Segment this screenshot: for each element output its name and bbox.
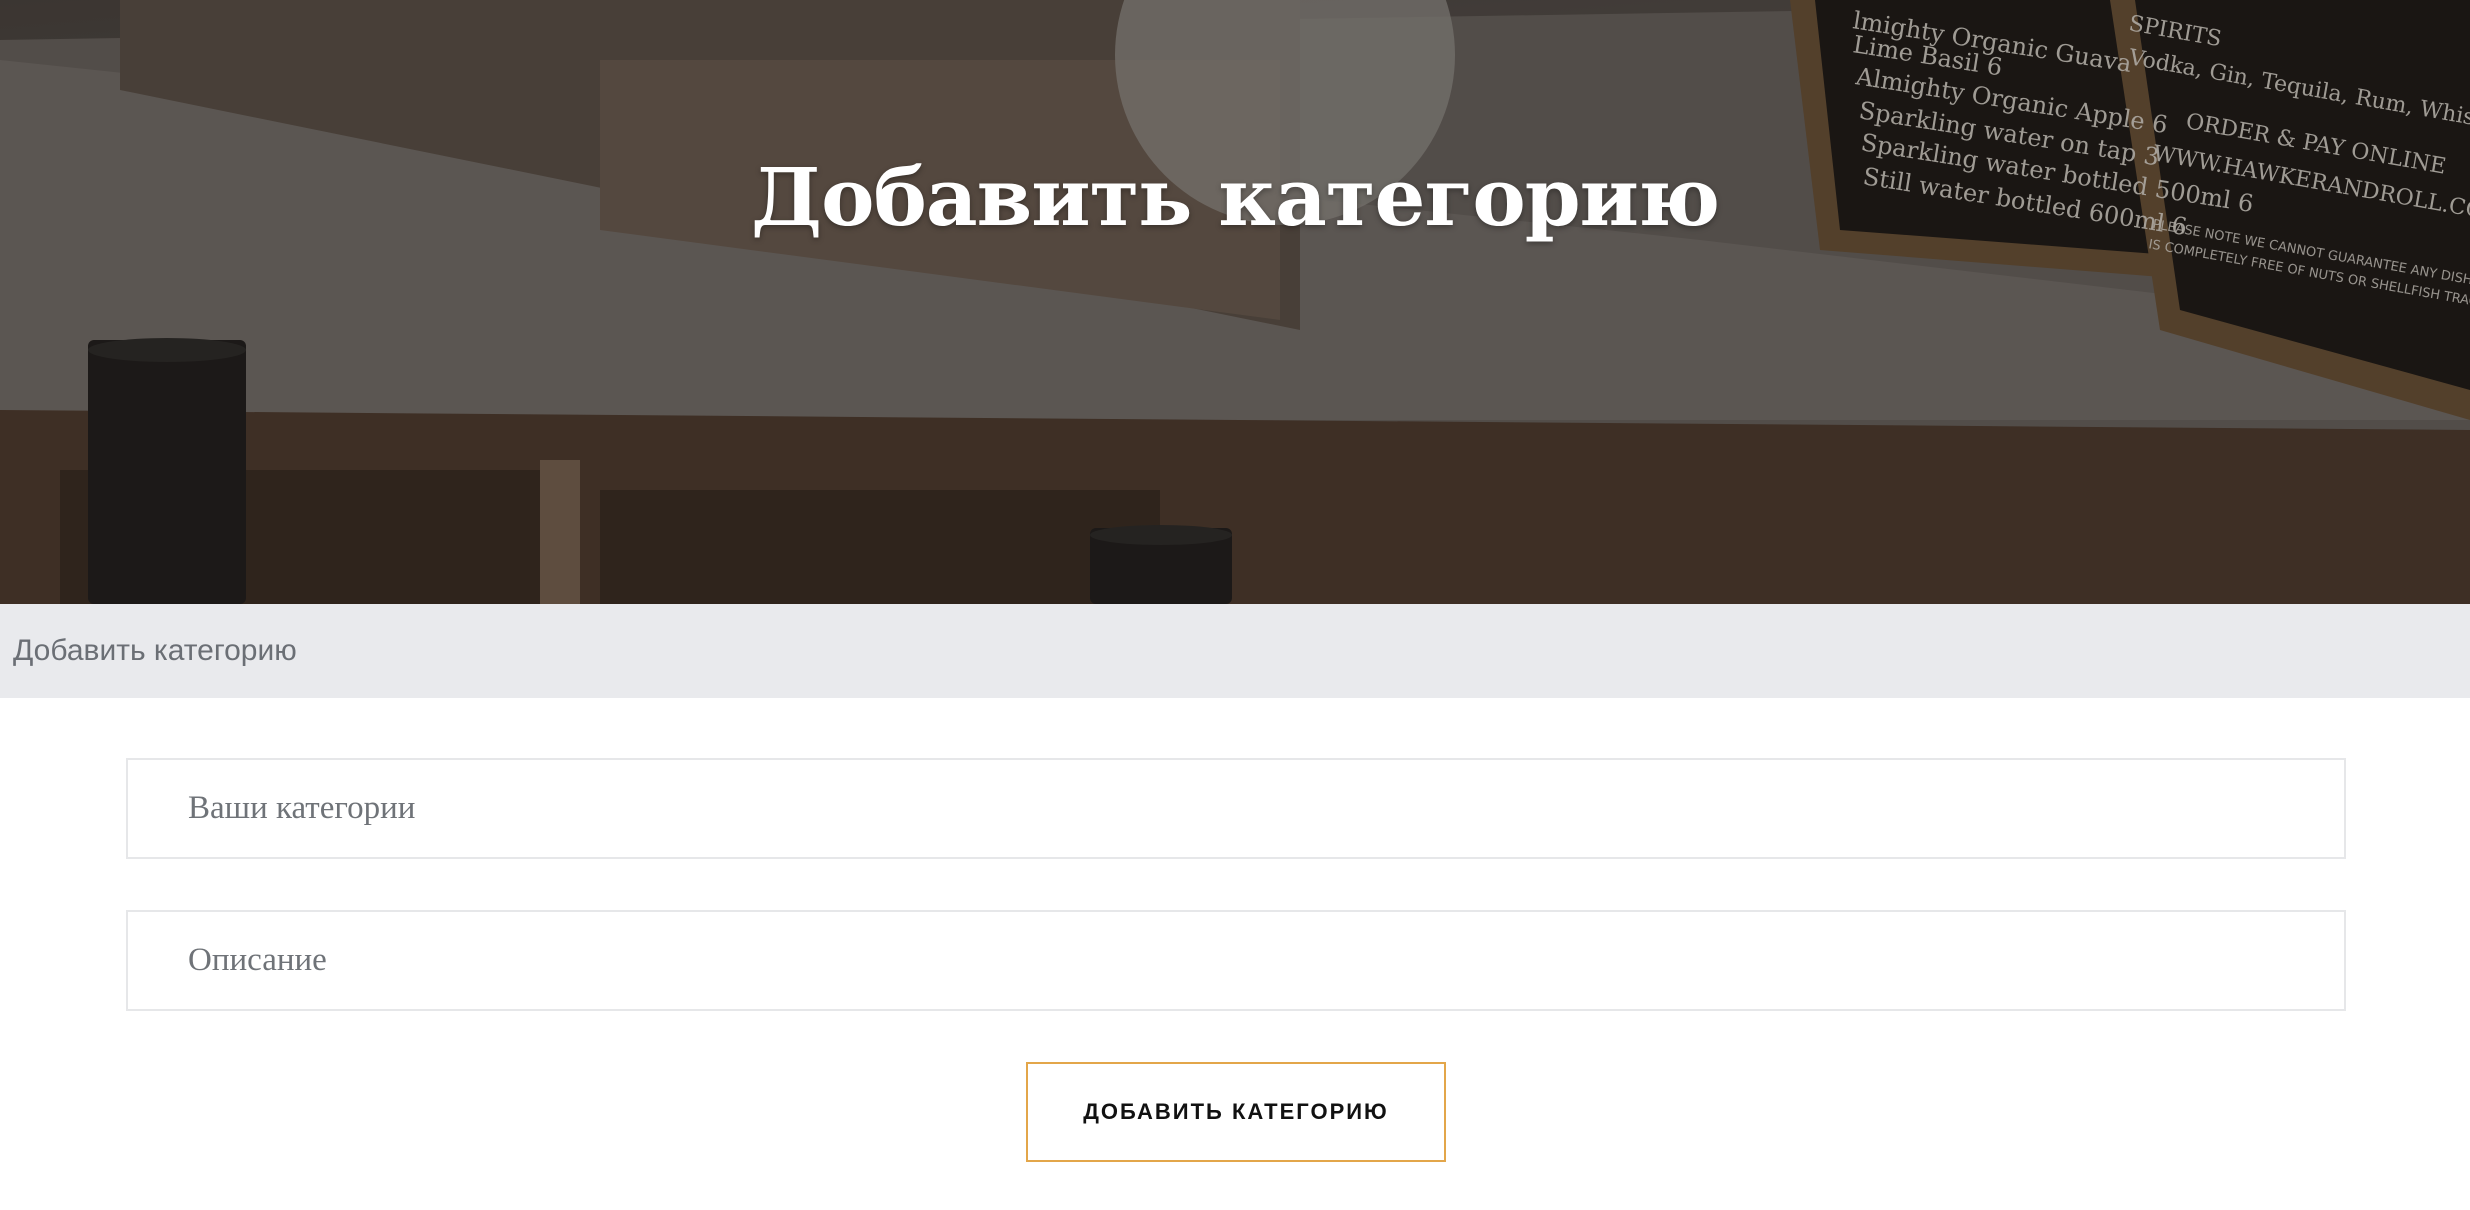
page-title: Добавить категорию (750, 150, 1720, 244)
breadcrumb: Добавить категорию (0, 604, 2470, 698)
description-input[interactable] (126, 910, 2346, 1011)
breadcrumb-current: Добавить категорию (13, 634, 297, 667)
category-name-input[interactable] (126, 758, 2346, 859)
hero-banner: lmighty Organic Guava Lime Basil 6 Almig… (0, 0, 2470, 604)
hero-overlay (0, 0, 2470, 604)
add-category-button[interactable]: ДОБАВИТЬ КАТЕГОРИЮ (1026, 1062, 1446, 1162)
